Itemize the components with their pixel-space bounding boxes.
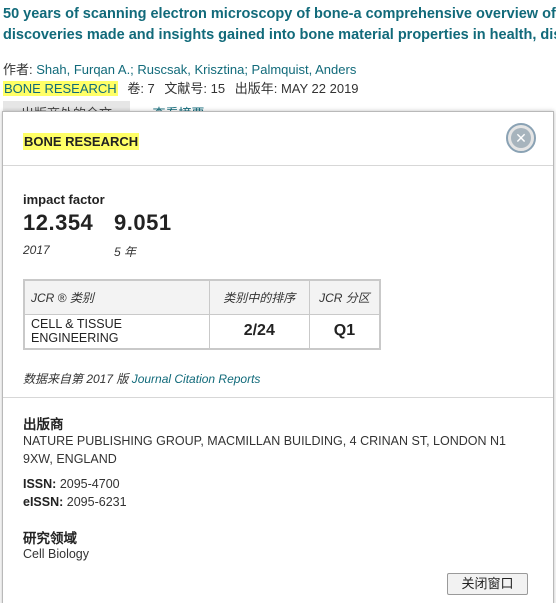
table-header-row: JCR ® 类别 类别中的排序 JCR 分区 (23, 279, 381, 315)
jcr-link[interactable]: Journal Citation Reports (132, 372, 261, 386)
impact-factor-section: impact factor 12.354 2017 9.051 5 年 JCR … (3, 167, 553, 398)
article-number: 文献号: 15 (164, 81, 226, 96)
title-line-1[interactable]: 50 years of scanning electron microscopy… (3, 4, 556, 25)
rank-header: 类别中的排序 (208, 279, 310, 315)
dialog-journal-title: BONE RESEARCH (23, 133, 140, 150)
volume: 卷: 7 (127, 81, 155, 96)
dialog-header: BONE RESEARCH ✕ (3, 112, 553, 166)
issn-label: ISSN: (23, 477, 57, 491)
close-window-button[interactable]: 关闭窗口 (447, 573, 528, 595)
jcr-table: JCR ® 类别 类别中的排序 JCR 分区 CELL & TISSUE ENG… (23, 279, 381, 350)
data-source-note: 数据来自第 2017 版 Journal Citation Reports (23, 370, 260, 387)
authors-label: 作者: (3, 62, 37, 77)
jcr-quartile: Q1 (308, 313, 381, 350)
source-prefix: 数据来自第 2017 版 (23, 372, 132, 386)
impact-factor-value: 12.354 (23, 210, 94, 235)
issn-value: 2095-4700 (59, 477, 120, 491)
five-year-impact-factor-value: 9.051 (114, 210, 172, 235)
eissn-line: eISSN: 2095-6231 (23, 495, 127, 509)
jcr-category-header: JCR ® 类别 (23, 279, 210, 315)
five-year-label: 5 年 (114, 245, 137, 259)
research-area-heading: 研究领域 (23, 531, 77, 546)
title-line-2[interactable]: discoveries made and insights gained int… (3, 25, 556, 46)
impact-factor-label: impact factor (23, 192, 105, 207)
table-row: CELL & TISSUE ENGINEERING 2/24 Q1 (23, 313, 381, 350)
quartile-header: JCR 分区 (308, 279, 381, 315)
journal-link[interactable]: BONE RESEARCH (3, 81, 118, 96)
category-rank: 2/24 (208, 313, 310, 350)
author-links[interactable]: Shah, Furqan A.; Ruscsak, Krisztina; Pal… (36, 62, 356, 77)
publication-date: 出版年: MAY 22 2019 (234, 81, 359, 96)
source-line: BONE RESEARCH 卷: 7 文献号: 15 出版年: MAY 22 2… (3, 78, 359, 97)
close-icon[interactable]: ✕ (511, 128, 531, 148)
eissn-value: 2095-6231 (66, 495, 127, 509)
authors-line: 作者: Shah, Furqan A.; Ruscsak, Krisztina;… (3, 59, 356, 78)
issn-line: ISSN: 2095-4700 (23, 477, 120, 491)
publisher-address: NATURE PUBLISHING GROUP, MACMILLAN BUILD… (23, 434, 506, 466)
impact-factor-year: 2017 (23, 243, 50, 257)
journal-info-dialog: BONE RESEARCH ✕ impact factor 12.354 201… (2, 111, 554, 603)
publisher-heading: 出版商 (23, 417, 64, 432)
eissn-label: eISSN: (23, 495, 64, 509)
research-area-value: Cell Biology (23, 547, 90, 561)
record-title[interactable]: 50 years of scanning electron microscopy… (3, 4, 556, 46)
close-button[interactable]: ✕ (506, 123, 536, 153)
jcr-category: CELL & TISSUE ENGINEERING (23, 313, 210, 350)
